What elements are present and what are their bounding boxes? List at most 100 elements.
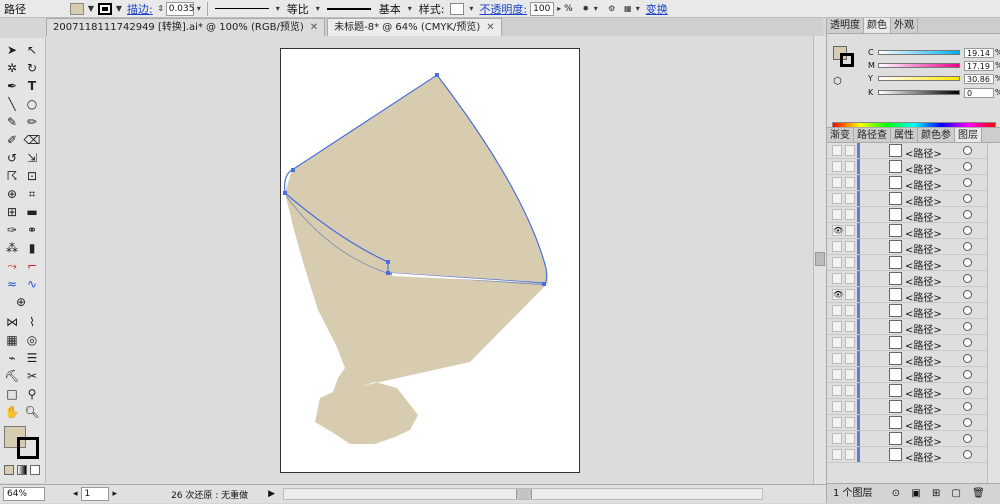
target-icon[interactable] xyxy=(963,290,972,299)
lock-toggle[interactable] xyxy=(845,321,855,332)
yellow-slider[interactable] xyxy=(878,76,960,81)
visibility-toggle[interactable] xyxy=(832,449,842,460)
target-icon[interactable] xyxy=(963,162,972,171)
visibility-toggle[interactable] xyxy=(832,337,842,348)
tab-layers[interactable]: 图层 xyxy=(955,128,982,142)
visibility-toggle[interactable] xyxy=(832,417,842,428)
visibility-toggle[interactable] xyxy=(832,161,842,172)
target-icon[interactable] xyxy=(963,242,972,251)
tab-color-guide[interactable]: 颜色参 xyxy=(918,128,955,142)
visibility-toggle[interactable]: 👁︎ xyxy=(832,225,843,236)
visibility-toggle[interactable] xyxy=(832,209,842,220)
target-icon[interactable] xyxy=(963,274,972,283)
target-icon[interactable] xyxy=(963,402,972,411)
target-icon[interactable] xyxy=(963,194,972,203)
layer-row[interactable]: <路径> xyxy=(827,255,987,272)
target-icon[interactable] xyxy=(963,322,972,331)
lock-toggle[interactable] xyxy=(845,225,855,236)
status-menu-icon[interactable]: ▶ xyxy=(268,489,275,499)
layer-row[interactable]: <路径> xyxy=(827,319,987,336)
layer-row[interactable]: <路径> xyxy=(827,239,987,256)
visibility-toggle[interactable] xyxy=(832,401,842,412)
zoom-field[interactable]: 64% xyxy=(3,487,45,501)
panel-stroke-swatch[interactable] xyxy=(840,53,854,67)
tab-attributes[interactable]: 属性 xyxy=(891,128,918,142)
layer-row[interactable]: <路径> xyxy=(827,159,987,176)
layer-row[interactable]: <路径> xyxy=(827,143,987,160)
lock-toggle[interactable] xyxy=(845,289,855,300)
lock-toggle[interactable] xyxy=(845,193,855,204)
layer-row[interactable]: <路径> xyxy=(827,191,987,208)
lock-toggle[interactable] xyxy=(845,177,855,188)
visibility-toggle[interactable] xyxy=(832,193,842,204)
cyan-slider[interactable] xyxy=(878,50,960,55)
visibility-toggle[interactable] xyxy=(832,369,842,380)
out-of-gamut-icon[interactable]: ⬡ xyxy=(833,76,842,87)
layer-row[interactable]: <路径> xyxy=(827,207,987,224)
visibility-toggle[interactable] xyxy=(832,145,842,156)
lock-toggle[interactable] xyxy=(845,161,855,172)
tab-gradient[interactable]: 渐变 xyxy=(827,128,854,142)
tab-appearance[interactable]: 外观 xyxy=(891,18,918,33)
visibility-toggle[interactable] xyxy=(832,433,842,444)
yellow-value-input[interactable]: 30.86 xyxy=(964,74,994,84)
visibility-toggle[interactable] xyxy=(832,177,842,188)
visibility-toggle[interactable] xyxy=(832,273,842,284)
tab-color[interactable]: 颜色 xyxy=(864,18,891,33)
layer-row[interactable]: <路径> xyxy=(827,383,987,400)
tab-pathfinder[interactable]: 路径查 xyxy=(854,128,891,142)
target-icon[interactable] xyxy=(963,306,972,315)
lock-toggle[interactable] xyxy=(845,241,855,252)
layer-row[interactable]: <路径> xyxy=(827,303,987,320)
black-value-input[interactable]: 0 xyxy=(964,88,994,98)
magenta-slider[interactable] xyxy=(878,63,960,68)
layers-scrollbar[interactable] xyxy=(987,143,1000,483)
layer-row[interactable]: 👁︎ <路径> xyxy=(827,287,987,304)
new-layer-icon[interactable]: ▢ xyxy=(952,488,961,499)
visibility-toggle[interactable] xyxy=(832,321,842,332)
target-icon[interactable] xyxy=(963,226,972,235)
target-icon[interactable] xyxy=(963,370,972,379)
lock-toggle[interactable] xyxy=(845,145,855,156)
lock-toggle[interactable] xyxy=(845,257,855,268)
layer-row[interactable]: <路径> xyxy=(827,175,987,192)
artboard-number-field[interactable]: 1 xyxy=(80,487,109,501)
lock-toggle[interactable] xyxy=(845,337,855,348)
target-icon[interactable] xyxy=(963,178,972,187)
layer-row[interactable]: <路径> xyxy=(827,271,987,288)
lock-toggle[interactable] xyxy=(845,449,855,460)
visibility-toggle[interactable] xyxy=(832,353,842,364)
target-icon[interactable] xyxy=(963,210,972,219)
lock-toggle[interactable] xyxy=(845,353,855,364)
scroll-thumb[interactable] xyxy=(516,489,533,499)
target-icon[interactable] xyxy=(963,146,972,155)
new-sublayer-icon[interactable]: ⊞ xyxy=(932,488,940,499)
target-icon[interactable] xyxy=(963,418,972,427)
prev-artboard-icon[interactable]: ◂ xyxy=(73,489,78,499)
visibility-toggle[interactable] xyxy=(832,241,842,252)
lock-toggle[interactable] xyxy=(845,209,855,220)
layer-row[interactable]: <路径> xyxy=(827,351,987,368)
layer-row[interactable]: <路径> xyxy=(827,367,987,384)
lock-toggle[interactable] xyxy=(845,305,855,316)
visibility-toggle[interactable] xyxy=(832,385,842,396)
vertical-scrollbar[interactable] xyxy=(813,36,826,484)
layer-row[interactable]: <路径> xyxy=(827,431,987,448)
artwork-shape[interactable] xyxy=(285,75,548,444)
black-slider[interactable] xyxy=(878,90,960,95)
cyan-value-input[interactable]: 19.14 xyxy=(964,48,994,58)
lock-toggle[interactable] xyxy=(845,273,855,284)
target-icon[interactable] xyxy=(963,338,972,347)
layer-row[interactable]: <路径> xyxy=(827,399,987,416)
lock-toggle[interactable] xyxy=(845,401,855,412)
visibility-toggle[interactable] xyxy=(832,257,842,268)
locate-object-icon[interactable]: ⊙ xyxy=(892,488,900,499)
target-icon[interactable] xyxy=(963,450,972,459)
scroll-thumb[interactable] xyxy=(815,252,825,266)
delete-layer-icon[interactable]: 🗑︎ xyxy=(972,488,985,499)
horizontal-scrollbar[interactable] xyxy=(283,488,764,500)
layer-row[interactable]: 👁︎ <路径> xyxy=(827,223,987,240)
lock-toggle[interactable] xyxy=(845,417,855,428)
visibility-toggle[interactable]: 👁︎ xyxy=(832,289,843,300)
layer-row[interactable]: <路径> xyxy=(827,447,987,464)
